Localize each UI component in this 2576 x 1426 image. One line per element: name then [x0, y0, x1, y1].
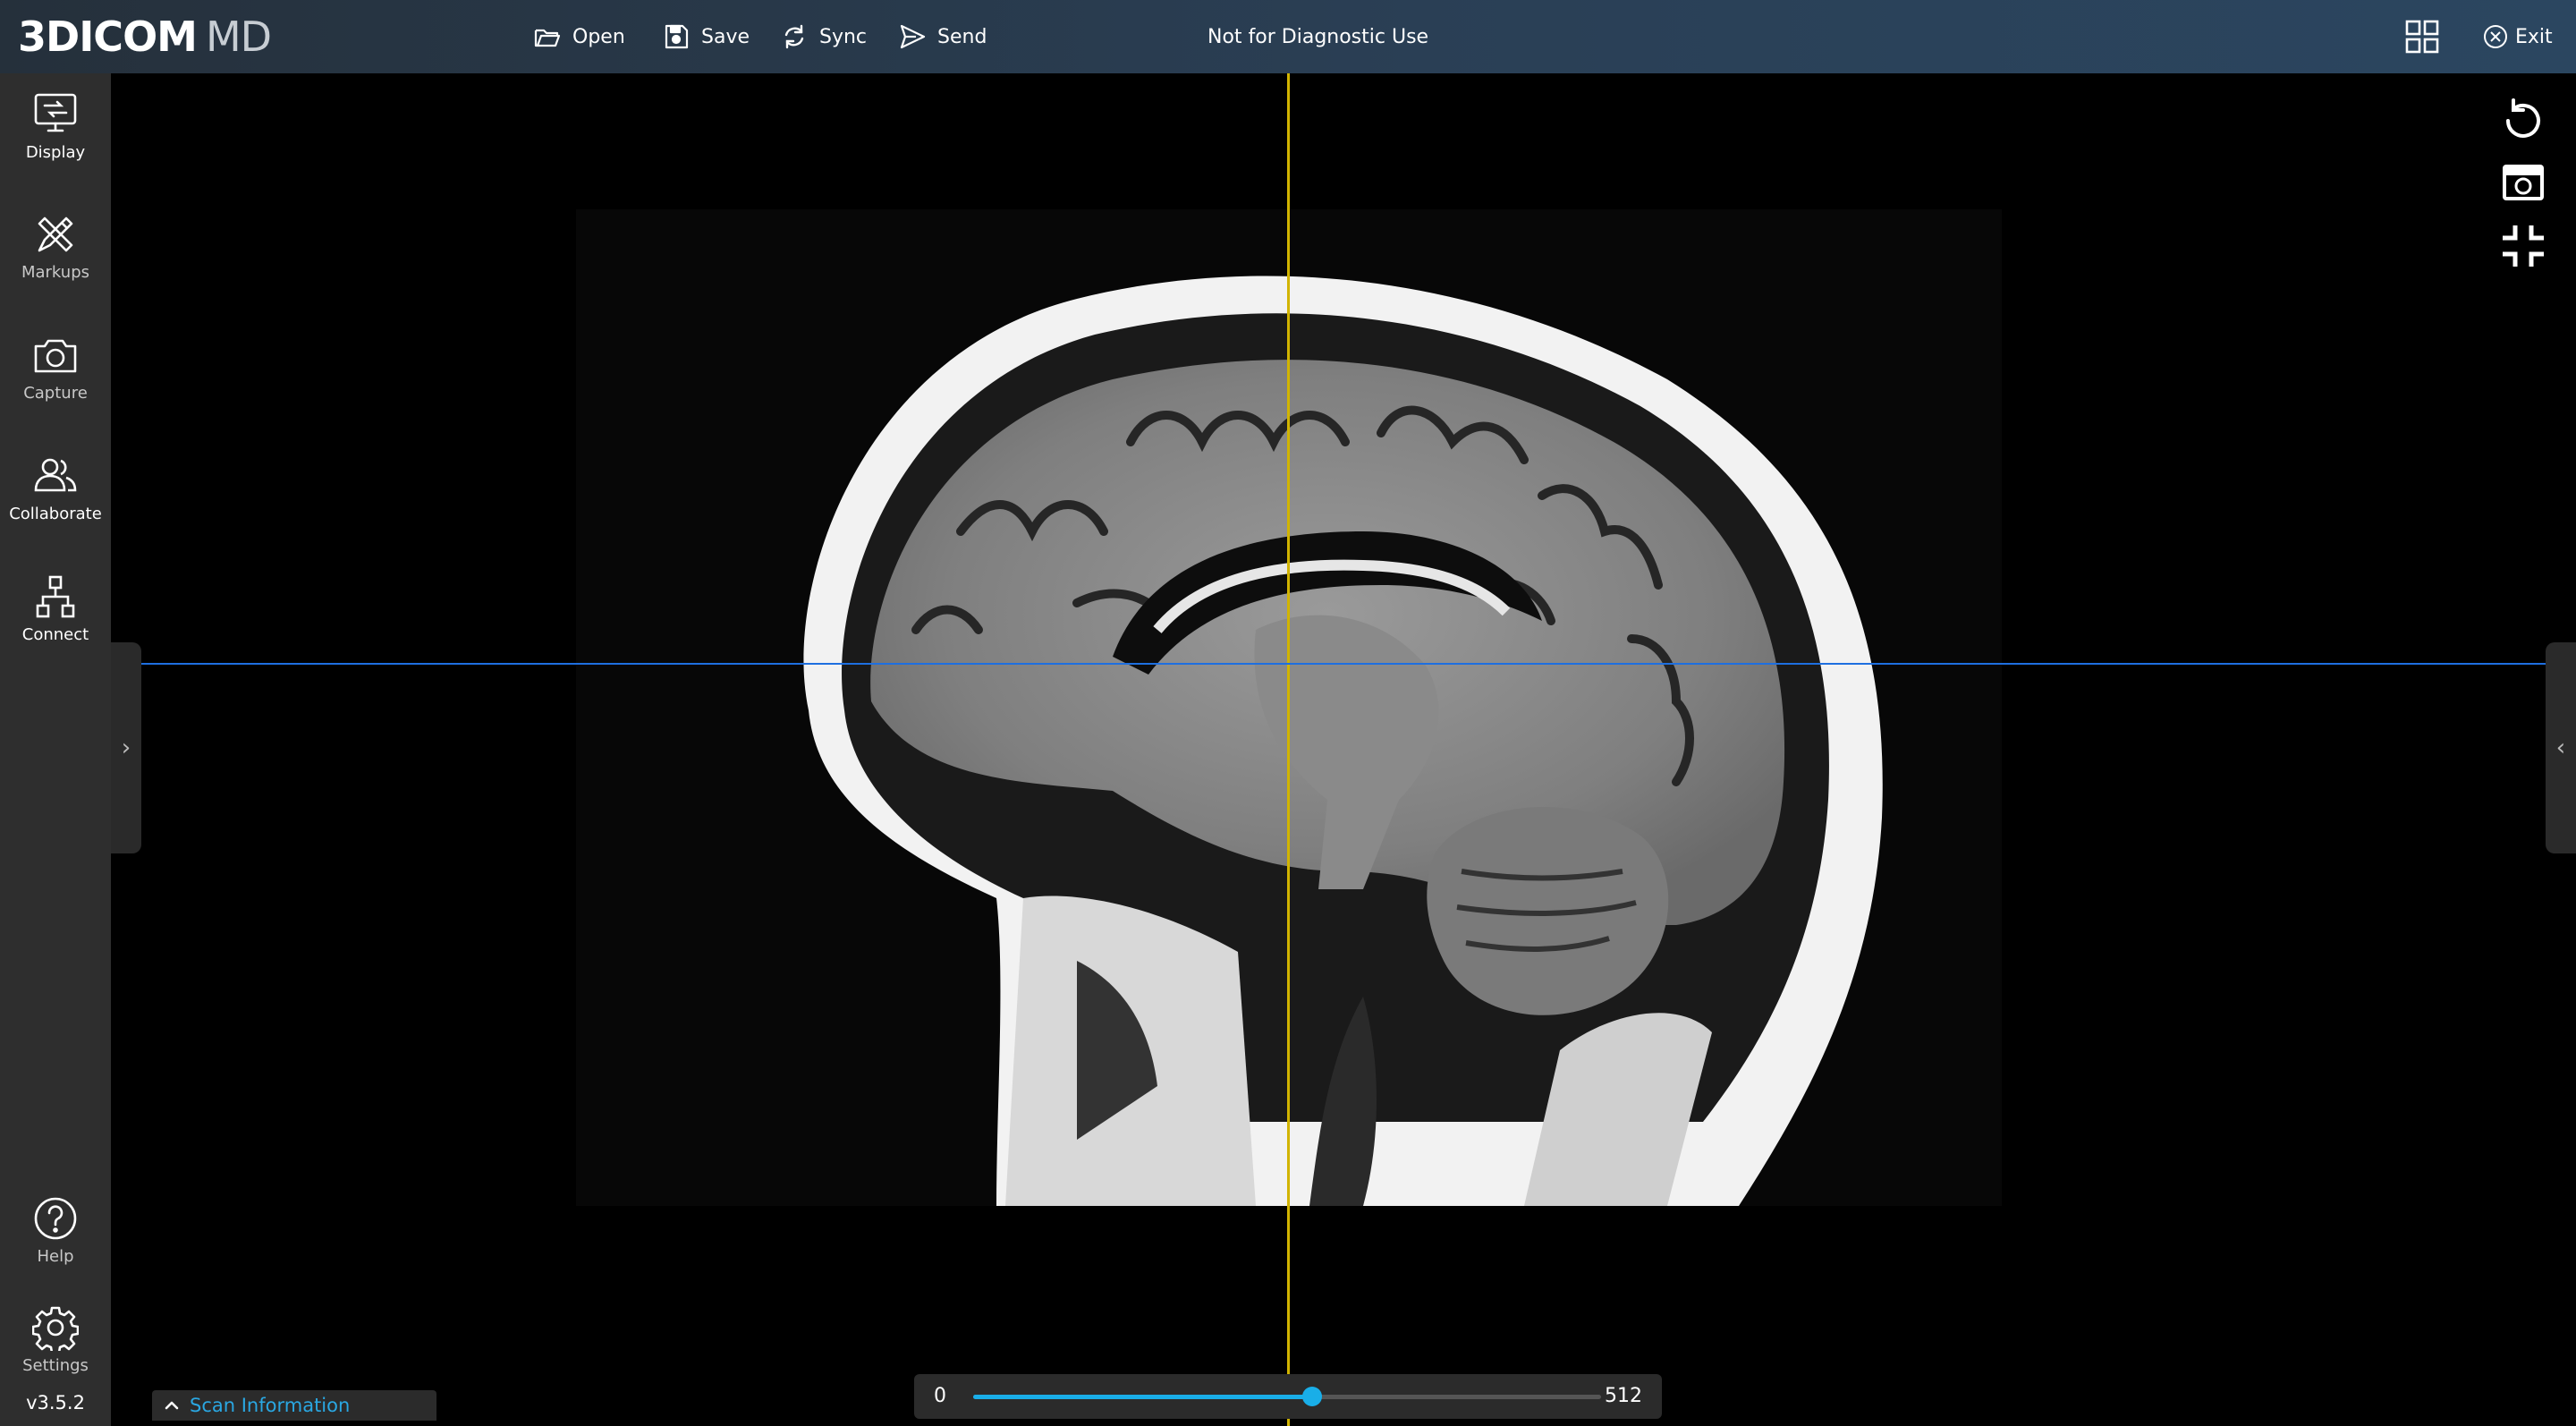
connect-icon [36, 575, 75, 618]
camera-icon [34, 339, 77, 373]
top-toolbar: 3DICOM MD Open Save Sync Send Not for Di… [0, 0, 2576, 73]
markups-icon [38, 216, 73, 252]
slider-thumb[interactable] [1302, 1387, 1323, 1406]
sidebar-item-label: Collaborate [9, 505, 102, 523]
close-circle-icon [2484, 25, 2507, 48]
chevron-left-icon: ‹ [2555, 734, 2566, 761]
left-sidebar: Display Markups Capture Collaborate Conn… [0, 73, 111, 1426]
sidebar-item-markups[interactable]: Markups [0, 199, 111, 306]
save-button[interactable]: Save [662, 18, 750, 55]
sidebar-item-label: Display [25, 143, 86, 162]
diagnostic-notice: Not for Diagnostic Use [1208, 25, 1429, 48]
sidebar-item-collaborate[interactable]: Collaborate [0, 440, 111, 547]
slider-fill [973, 1395, 1313, 1399]
sidebar-item-display[interactable]: Display [0, 79, 111, 186]
snapshot-icon[interactable] [2499, 159, 2547, 208]
scan-information-label: Scan Information [190, 1395, 351, 1416]
exit-fullscreen-icon[interactable] [2499, 222, 2547, 270]
app-logo: 3DICOM MD [18, 9, 272, 64]
save-icon [665, 24, 689, 49]
sync-label: Sync [819, 25, 868, 48]
sidebar-item-label: Settings [22, 1356, 89, 1375]
sidebar-item-connect[interactable]: Connect [0, 561, 111, 668]
chevron-right-icon: › [121, 734, 131, 761]
layout-grid-button[interactable] [2404, 18, 2440, 55]
sidebar-item-label: Capture [23, 384, 88, 403]
left-panel-toggle[interactable]: › [111, 642, 141, 853]
reset-icon[interactable] [2499, 97, 2547, 145]
sidebar-item-settings[interactable]: Settings [0, 1292, 111, 1399]
scan-information-toggle[interactable]: Scan Information [152, 1390, 436, 1421]
sagittal-crosshair-horizontal[interactable] [111, 663, 2576, 665]
settings-icon [32, 1306, 79, 1351]
sidebar-item-help[interactable]: Help [0, 1183, 111, 1290]
sidebar-item-capture[interactable]: Capture [0, 319, 111, 427]
open-label: Open [572, 25, 625, 48]
sync-icon [784, 24, 804, 49]
folder-icon [534, 29, 561, 47]
send-label: Send [937, 25, 987, 48]
send-icon [900, 24, 926, 49]
sagittal-crosshair-vertical[interactable] [1287, 73, 1290, 1426]
right-panel-toggle[interactable]: ‹ [2546, 642, 2576, 853]
display-icon [34, 93, 77, 132]
logo-bold-text: 3DICOM [18, 13, 198, 61]
save-label: Save [701, 25, 750, 48]
sidebar-item-label: Markups [21, 263, 90, 282]
slider-max-label: 512 [1605, 1385, 1642, 1407]
grid-icon [2405, 20, 2439, 54]
sidebar-item-label: Connect [21, 625, 89, 644]
sidebar-item-label: Help [37, 1247, 74, 1266]
exit-label: Exit [2515, 25, 2553, 48]
version-label: v3.5.2 [26, 1392, 85, 1413]
slice-slider: 0 512 [914, 1374, 1662, 1419]
slider-track[interactable] [973, 1387, 1601, 1406]
send-button[interactable]: Send [898, 18, 987, 55]
help-icon [34, 1197, 77, 1240]
logo-light-text: MD [205, 13, 272, 61]
exit-button[interactable]: Exit [2483, 18, 2553, 55]
sync-button[interactable]: Sync [780, 18, 867, 55]
chevron-up-icon [165, 1401, 179, 1410]
image-viewport[interactable]: › ‹ [111, 73, 2576, 1426]
open-button[interactable]: Open [533, 18, 625, 55]
collaborate-icon [34, 458, 77, 492]
slider-min-label: 0 [934, 1385, 946, 1407]
